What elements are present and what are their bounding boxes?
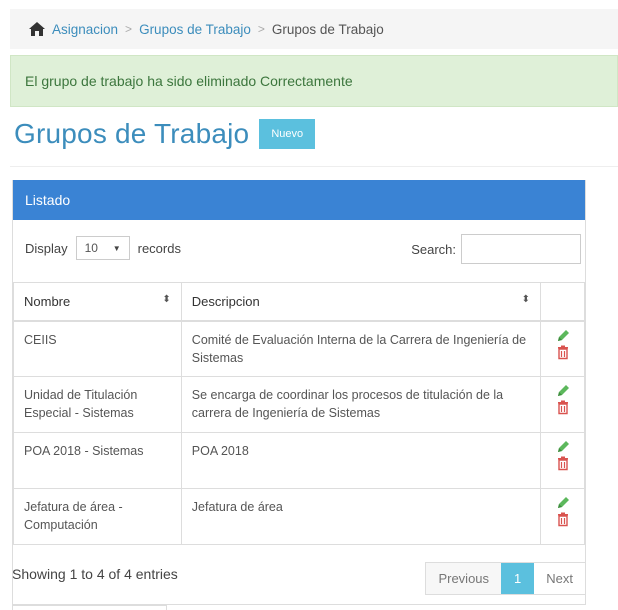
- bottom-tab: [12, 605, 167, 610]
- pencil-icon[interactable]: [555, 383, 571, 399]
- column-header-actions: [540, 282, 585, 321]
- trash-icon[interactable]: [555, 399, 571, 415]
- row-actions: [540, 320, 585, 377]
- table-row: CEIIS Comité de Evaluación Interna de la…: [13, 320, 585, 377]
- caret-down-icon: ▼: [112, 243, 121, 253]
- column-header-descripcion[interactable]: Descripcion ⬍: [180, 282, 542, 321]
- search-label: Search:: [411, 241, 456, 257]
- divider: [10, 166, 618, 167]
- cell-nombre: POA 2018 - Sistemas: [13, 432, 182, 489]
- sort-icon: ⬍: [521, 293, 531, 305]
- page-title: Grupos de Trabajo: [14, 118, 250, 149]
- row-actions: [540, 376, 585, 433]
- breadcrumb-link-grupos[interactable]: Grupos de Trabajo: [139, 22, 251, 37]
- sort-icon: ⬍: [162, 293, 171, 305]
- row-actions: [540, 488, 585, 545]
- cell-nombre: Unidad de Titulación Especial - Sistemas: [13, 376, 182, 433]
- display-label: Display: [25, 240, 68, 256]
- trash-icon[interactable]: [555, 344, 571, 360]
- new-button[interactable]: Nuevo: [259, 119, 316, 149]
- table-controls: Display 10 ▼ records Search:: [13, 220, 585, 270]
- table-row: Unidad de Titulación Especial - Sistemas…: [13, 376, 585, 433]
- pencil-icon[interactable]: [555, 439, 571, 455]
- cell-nombre: Jefatura de área - Computación: [13, 488, 182, 545]
- table-info: Showing 1 to 4 of 4 entries: [12, 566, 178, 582]
- home-icon[interactable]: [28, 21, 46, 37]
- panel-header: Listado: [13, 180, 585, 220]
- next-button[interactable]: Next: [534, 563, 585, 594]
- breadcrumb-current: Grupos de Trabajo: [271, 21, 384, 37]
- pagination: Previous 1 Next: [425, 562, 586, 595]
- breadcrumb-link-asignacion[interactable]: Asignacion: [52, 22, 118, 37]
- page-1-button[interactable]: 1: [501, 563, 535, 594]
- grupos-table: Nombre ⬍ Descripcion ⬍ CEIIS Comité de E…: [13, 282, 585, 545]
- breadcrumb: Asignacion > Grupos de Trabajo > Grupos …: [10, 9, 618, 49]
- search-input[interactable]: [461, 234, 581, 264]
- trash-icon[interactable]: [555, 455, 571, 471]
- pencil-icon[interactable]: [555, 328, 571, 344]
- page-length-select[interactable]: 10 ▼: [75, 236, 130, 260]
- page-length: Display 10 ▼ records: [25, 236, 181, 260]
- cell-descripcion: Se encarga de coordinar los procesos de …: [180, 376, 542, 433]
- page-length-value: 10: [84, 241, 98, 255]
- column-header-label: Nombre: [24, 293, 71, 309]
- alert-message: El grupo de trabajo ha sido eliminado Co…: [25, 73, 353, 89]
- previous-button[interactable]: Previous: [426, 563, 502, 594]
- success-alert: El grupo de trabajo ha sido eliminado Co…: [10, 55, 618, 107]
- table-row: Jefatura de área - Computación Jefatura …: [13, 488, 585, 545]
- trash-icon[interactable]: [555, 511, 571, 527]
- cell-descripcion: Jefatura de área: [180, 488, 542, 545]
- row-actions: [540, 432, 585, 489]
- page-header: Grupos de Trabajo Nuevo: [14, 116, 316, 152]
- panel-title: Listado: [25, 192, 71, 208]
- cell-nombre: CEIIS: [13, 320, 182, 377]
- search-box: Search:: [411, 234, 581, 264]
- records-label: records: [137, 240, 181, 256]
- cell-descripcion: Comité de Evaluación Interna de la Carre…: [180, 320, 542, 377]
- table-header-row: Nombre ⬍ Descripcion ⬍: [13, 282, 585, 321]
- listado-panel: Listado Display 10 ▼ records Search: Nom…: [12, 180, 586, 605]
- pencil-icon[interactable]: [555, 495, 571, 511]
- chevron-right-icon: >: [257, 22, 265, 36]
- chevron-right-icon: >: [125, 22, 133, 36]
- column-header-nombre[interactable]: Nombre ⬍: [13, 282, 182, 321]
- cell-descripcion: POA 2018: [180, 432, 542, 489]
- column-header-label: Descripcion: [191, 293, 260, 309]
- table-row: POA 2018 - Sistemas POA 2018: [13, 432, 585, 489]
